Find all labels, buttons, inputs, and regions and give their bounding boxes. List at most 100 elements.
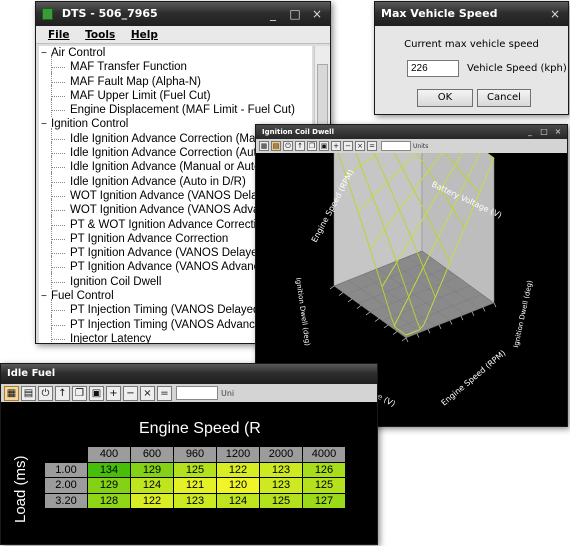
collapse-icon[interactable]: −: [41, 290, 49, 304]
table-cell[interactable]: 125: [260, 493, 302, 509]
x-axis-title: Engine Speed (R: [139, 420, 261, 437]
paste-icon[interactable]: ▣: [319, 141, 329, 151]
table-cell[interactable]: 121: [174, 478, 216, 493]
tree-category-label: Fuel Control: [51, 290, 114, 303]
axis-label-dwell-right: Ignition Dwell (deg): [512, 279, 534, 348]
vehicle-speed-input[interactable]: [407, 60, 459, 77]
table-cell[interactable]: 123: [260, 462, 302, 478]
column-header: 960: [174, 447, 216, 462]
multiply-icon[interactable]: ×: [355, 141, 365, 151]
tree-category-label: Air Control: [51, 47, 106, 59]
dwell-surface: [329, 153, 497, 343]
copy-icon[interactable]: ❐: [72, 385, 87, 401]
column-header: 600: [131, 447, 173, 462]
menu-bar: File Tools Help: [36, 26, 330, 44]
table-row: 2.00 129 124 121 120 123 125: [45, 478, 345, 493]
dialog-titlebar[interactable]: Max Vehicle Speed ×: [375, 2, 568, 26]
subtract-icon[interactable]: −: [123, 385, 138, 401]
menu-file[interactable]: File: [48, 29, 70, 41]
table-cell[interactable]: 129: [88, 478, 130, 493]
table-cell[interactable]: 122: [131, 493, 173, 509]
subtract-icon[interactable]: −: [343, 141, 353, 151]
table-row: 1.00 134 129 125 122 123 126: [45, 462, 345, 478]
table-cell[interactable]: 127: [303, 493, 345, 509]
maximize-icon[interactable]: □: [284, 2, 306, 26]
up-arrow-icon[interactable]: ↑: [55, 385, 70, 401]
row-header: 3.20: [45, 493, 87, 509]
close-icon[interactable]: ×: [306, 2, 328, 26]
table-cell[interactable]: 128: [88, 493, 130, 509]
dialog-message: Current max vehicle speed: [404, 39, 539, 50]
units-input[interactable]: [381, 141, 411, 151]
menu-help[interactable]: Help: [131, 29, 158, 41]
table-cell[interactable]: 124: [131, 478, 173, 493]
cancel-button[interactable]: Cancel: [477, 89, 531, 107]
coil-toolbar: ▦ ▤ ⏻ ↑ ❐ ▣ + − × = Units: [256, 139, 567, 153]
graph-view-icon[interactable]: ▤: [271, 141, 281, 151]
up-arrow-icon[interactable]: ↑: [295, 141, 305, 151]
coil-window-title: Ignition Coil Dwell: [262, 128, 334, 136]
table-cell[interactable]: 126: [303, 462, 345, 478]
tree-category[interactable]: − Air Control: [39, 46, 312, 60]
column-header: 1200: [217, 447, 259, 462]
tree-item[interactable]: Engine Displacement (MAF Limit - Fuel Cu…: [39, 99, 312, 118]
column-header: 2000: [260, 447, 302, 462]
table-cell[interactable]: 125: [303, 478, 345, 493]
collapse-icon[interactable]: −: [41, 118, 49, 132]
equals-icon[interactable]: =: [367, 141, 377, 151]
vehicle-speed-unit-label: Vehicle Speed (kph): [467, 63, 567, 74]
minimize-icon[interactable]: _: [262, 2, 284, 26]
table-cell[interactable]: 123: [260, 478, 302, 493]
column-header: 4000: [303, 447, 345, 462]
dts-titlebar[interactable]: DTS - 506_7965 _ □ ×: [36, 2, 330, 26]
idle-fuel-table: 400 600 960 1200 2000 4000 1.00 134 129 125 122 12…: [44, 446, 346, 509]
power-icon[interactable]: ⏻: [38, 385, 53, 401]
table-view-icon[interactable]: ▦: [259, 141, 269, 151]
paste-icon[interactable]: ▣: [89, 385, 104, 401]
table-cell[interactable]: 125: [174, 462, 216, 478]
menu-tools[interactable]: Tools: [85, 29, 115, 41]
tree-item[interactable]: MAF Transfer Function: [39, 56, 312, 75]
close-icon[interactable]: ×: [551, 125, 565, 139]
table-cell[interactable]: 129: [131, 462, 173, 478]
idle-fuel-table-area: Engine Speed (R Load (ms) 400 600 960 1200 2…: [1, 404, 377, 544]
tree-category-label: Ignition Control: [51, 118, 129, 131]
y-axis-title: Load (ms): [12, 455, 29, 523]
table-cell[interactable]: 122: [217, 462, 259, 478]
window-title: DTS - 506_7965: [61, 7, 158, 20]
table-cell[interactable]: 120: [217, 478, 259, 493]
app-icon: [42, 8, 53, 20]
tree-item[interactable]: MAF Upper Limit (Fuel Cut): [39, 84, 312, 104]
table-cell[interactable]: 134: [88, 462, 130, 478]
table-corner: [45, 447, 87, 462]
table-view-icon[interactable]: ▦: [4, 385, 19, 401]
axis-label-engine-speed-front: Engine Speed (RPM): [440, 349, 508, 408]
idle-window-title: Idle Fuel: [7, 368, 56, 379]
collapse-icon[interactable]: −: [41, 47, 49, 61]
add-icon[interactable]: +: [106, 385, 121, 401]
equals-icon[interactable]: =: [157, 385, 172, 401]
table-cell[interactable]: 123: [174, 493, 216, 509]
idle-fuel-window: Idle Fuel ▦ ▤ ⏻ ↑ ❐ ▣ + − × = Uni Engine…: [0, 363, 378, 545]
copy-icon[interactable]: ❐: [307, 141, 317, 151]
power-icon[interactable]: ⏻: [283, 141, 293, 151]
table-row: 3.20 128 122 123 124 125 127: [45, 493, 345, 509]
maximize-icon[interactable]: □: [537, 125, 551, 139]
row-header: 1.00: [45, 462, 87, 478]
close-icon[interactable]: ×: [544, 2, 566, 26]
idle-titlebar[interactable]: Idle Fuel: [1, 364, 377, 384]
idle-toolbar: ▦ ▤ ⏻ ↑ ❐ ▣ + − × = Uni: [1, 384, 377, 402]
minimize-icon[interactable]: _: [523, 125, 537, 139]
ok-button[interactable]: OK: [417, 89, 473, 107]
units-input[interactable]: [176, 386, 218, 400]
table-cell[interactable]: 124: [217, 493, 259, 509]
row-header: 2.00: [45, 478, 87, 493]
add-icon[interactable]: +: [331, 141, 341, 151]
max-speed-dialog: Max Vehicle Speed × Current max vehicle …: [374, 1, 569, 115]
tree-item[interactable]: MAF Fault Map (Alpha-N): [39, 70, 312, 89]
graph-view-icon[interactable]: ▤: [21, 385, 36, 401]
coil-titlebar[interactable]: Ignition Coil Dwell _ □ ×: [256, 125, 567, 139]
dialog-title: Max Vehicle Speed: [381, 7, 498, 20]
multiply-icon[interactable]: ×: [140, 385, 155, 401]
units-label: Units: [413, 142, 429, 150]
